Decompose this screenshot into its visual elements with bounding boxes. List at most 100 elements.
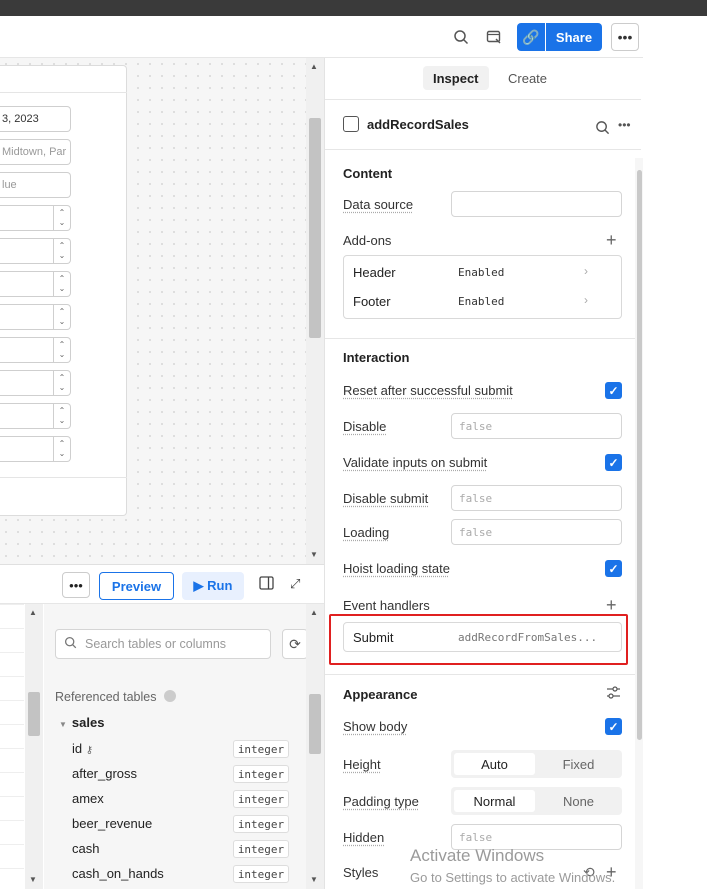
stepper-icon[interactable]: ⌃ ⌄ bbox=[53, 272, 70, 296]
inspector-scrollbar[interactable] bbox=[635, 158, 643, 889]
scroll-down-icon[interactable]: ▼ bbox=[310, 875, 318, 884]
height-option-auto[interactable]: Auto bbox=[454, 753, 535, 775]
padding-segmented-control: Normal None bbox=[451, 787, 622, 815]
stepper-icon[interactable]: ⌃ ⌄ bbox=[53, 437, 70, 461]
form-component[interactable]: 3, 2023 Midtown, Par lue ⌃ ⌄ ⌃ ⌄ ⌃ ⌄ ⌃ ⌄ ⌃ ⌄ … bbox=[0, 65, 127, 516]
number-input[interactable]: ⌃ ⌄ bbox=[0, 370, 71, 396]
number-input[interactable]: ⌃ ⌄ bbox=[0, 337, 71, 363]
search-icon[interactable] bbox=[595, 120, 610, 138]
reset-after-submit-checkbox[interactable]: ✓ bbox=[605, 382, 622, 399]
date-input[interactable]: 3, 2023 bbox=[0, 106, 71, 132]
share-button[interactable]: Share bbox=[546, 23, 602, 51]
number-input[interactable]: ⌃ ⌄ bbox=[0, 436, 71, 462]
query-more-button[interactable]: ••• bbox=[62, 572, 90, 598]
number-input[interactable]: ⌃ ⌄ bbox=[0, 271, 71, 297]
expand-icon[interactable]: ⤢ bbox=[290, 576, 300, 592]
schema-scrollbar[interactable]: ▲ ▼ bbox=[306, 604, 324, 889]
search-icon[interactable] bbox=[448, 24, 474, 50]
scrollbar-thumb[interactable] bbox=[309, 694, 321, 754]
stepper-icon[interactable]: ⌃ ⌄ bbox=[53, 206, 70, 230]
link-button[interactable]: 🔗 bbox=[517, 23, 545, 51]
form-footer-divider bbox=[0, 477, 127, 478]
help-icon[interactable] bbox=[163, 690, 176, 702]
run-button[interactable]: ▶ Run bbox=[182, 572, 244, 600]
padding-type-label: Padding type bbox=[343, 794, 419, 809]
tab-create[interactable]: Create bbox=[498, 66, 557, 90]
loading-input[interactable]: false bbox=[451, 519, 622, 545]
column-name[interactable]: after_gross bbox=[72, 766, 137, 781]
table-search-input[interactable]: Search tables or columns bbox=[55, 629, 271, 659]
query-editor[interactable]: ▲ ▼ bbox=[0, 604, 44, 889]
table-sales[interactable]: ▼ sales bbox=[59, 715, 104, 730]
scroll-up-icon[interactable]: ▲ bbox=[310, 608, 318, 617]
scroll-down-icon[interactable]: ▼ bbox=[310, 550, 318, 559]
scroll-up-icon[interactable]: ▲ bbox=[310, 62, 318, 71]
height-option-fixed[interactable]: Fixed bbox=[538, 753, 619, 775]
stepper-icon[interactable]: ⌃ ⌄ bbox=[53, 338, 70, 362]
component-name[interactable]: addRecordSales bbox=[343, 116, 469, 132]
column-type-badge: integer bbox=[233, 840, 289, 858]
caret-down-icon: ▼ bbox=[59, 720, 67, 729]
number-input[interactable]: ⌃ ⌄ bbox=[0, 205, 71, 231]
refresh-schema-button[interactable]: ⟳ bbox=[282, 629, 308, 659]
column-type-badge: integer bbox=[233, 815, 289, 833]
disable-submit-input[interactable]: false bbox=[451, 485, 622, 511]
hoist-loading-checkbox[interactable]: ✓ bbox=[605, 560, 622, 577]
column-name[interactable]: cash_on_hands bbox=[72, 866, 164, 881]
window-right-edge bbox=[643, 16, 707, 889]
data-source-input[interactable] bbox=[451, 191, 622, 217]
reset-after-submit-label: Reset after successful submit bbox=[343, 383, 513, 398]
value-input[interactable]: lue bbox=[0, 172, 71, 198]
disable-input[interactable]: false bbox=[451, 413, 622, 439]
number-input[interactable]: ⌃ ⌄ bbox=[0, 304, 71, 330]
stepper-icon[interactable]: ⌃ ⌄ bbox=[53, 404, 70, 428]
more-icon[interactable]: ••• bbox=[618, 118, 631, 132]
form-component-icon bbox=[343, 116, 359, 132]
number-input[interactable]: ⌃ ⌄ bbox=[0, 238, 71, 264]
validate-inputs-checkbox[interactable]: ✓ bbox=[605, 454, 622, 471]
addon-row-header[interactable]: Header Enabled › bbox=[344, 258, 621, 287]
add-addon-icon[interactable]: + bbox=[606, 231, 617, 249]
hidden-label: Hidden bbox=[343, 830, 385, 845]
more-options-button[interactable]: ••• bbox=[611, 23, 639, 51]
refresh-icon: ⟳ bbox=[289, 635, 301, 652]
stepper-icon[interactable]: ⌃ ⌄ bbox=[53, 239, 70, 263]
show-body-checkbox[interactable]: ✓ bbox=[605, 718, 622, 735]
stepper-icon[interactable]: ⌃ ⌄ bbox=[53, 305, 70, 329]
preview-button[interactable]: Preview bbox=[99, 572, 174, 600]
editor-gutter bbox=[0, 604, 24, 889]
scroll-up-icon[interactable]: ▲ bbox=[29, 608, 37, 617]
scrollbar-thumb[interactable] bbox=[637, 170, 642, 740]
column-name[interactable]: amex bbox=[72, 791, 104, 806]
scrollbar-thumb[interactable] bbox=[28, 692, 40, 736]
stepper-icon[interactable]: ⌃ ⌄ bbox=[53, 371, 70, 395]
column-name[interactable]: beer_revenue bbox=[72, 816, 152, 831]
query-toolbar: ••• Preview ▶ Run ⤢ bbox=[0, 564, 324, 604]
addons-list: Header Enabled › Footer Enabled › bbox=[343, 255, 622, 319]
content-section-title: Content bbox=[343, 166, 393, 181]
preview-window-icon[interactable] bbox=[481, 24, 507, 50]
number-input[interactable]: ⌃ ⌄ bbox=[0, 403, 71, 429]
scrollbar-thumb[interactable] bbox=[309, 118, 321, 338]
panel-toggle-icon[interactable] bbox=[259, 576, 274, 593]
interaction-section-title: Interaction bbox=[343, 350, 410, 365]
scroll-down-icon[interactable]: ▼ bbox=[29, 875, 37, 884]
editor-canvas[interactable]: 3, 2023 Midtown, Par lue ⌃ ⌄ ⌃ ⌄ ⌃ ⌄ ⌃ ⌄ ⌃ ⌄ … bbox=[0, 58, 324, 564]
chevron-right-icon: › bbox=[584, 264, 588, 278]
tab-inspect[interactable]: Inspect bbox=[423, 66, 489, 90]
data-source-label: Data source bbox=[343, 197, 414, 212]
app-window: 🔗 Share ••• 3, 2023 Midtown, Par lue ⌃ ⌄ … bbox=[0, 16, 643, 889]
height-segmented-control: Auto Fixed bbox=[451, 750, 622, 778]
editor-scrollbar[interactable]: ▲ ▼ bbox=[25, 604, 43, 889]
add-event-handler-icon[interactable]: + bbox=[606, 596, 617, 614]
padding-option-none[interactable]: None bbox=[538, 790, 619, 812]
canvas-scrollbar[interactable]: ▲ ▼ bbox=[306, 58, 324, 564]
column-name[interactable]: cash bbox=[72, 841, 99, 856]
addon-row-footer[interactable]: Footer Enabled › bbox=[344, 287, 621, 316]
highlight-box bbox=[329, 614, 628, 665]
column-name[interactable]: id ⚷ bbox=[72, 741, 93, 756]
sliders-icon[interactable] bbox=[606, 685, 621, 703]
padding-option-normal[interactable]: Normal bbox=[454, 790, 535, 812]
address-input[interactable]: Midtown, Par bbox=[0, 139, 71, 165]
more-icon: ••• bbox=[617, 29, 633, 45]
